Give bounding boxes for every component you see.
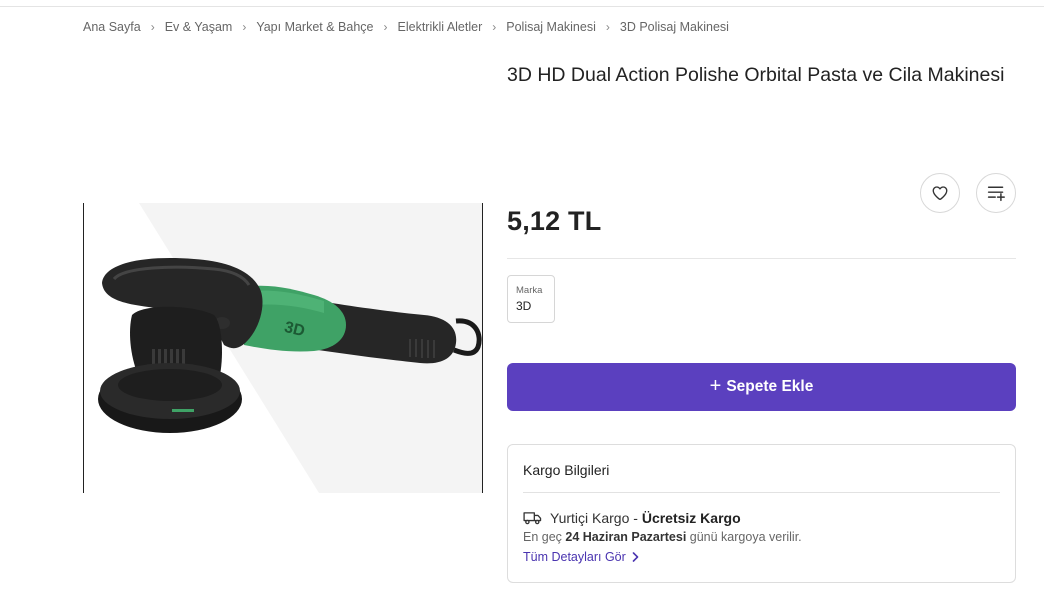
favorite-button[interactable] [920, 173, 960, 213]
cargo-date: En geç 24 Haziran Pazartesi günü kargoya… [523, 530, 802, 544]
breadcrumb-item-home[interactable]: Ana Sayfa [83, 20, 141, 34]
cargo-date-value: 24 Haziran Pazartesi [565, 530, 687, 544]
add-to-list-button[interactable] [976, 173, 1016, 213]
chevron-right-icon: › [492, 20, 497, 34]
cargo-type-value: Ücretsiz Kargo [641, 510, 741, 526]
cargo-type: Yurtiçi Kargo - Ücretsiz Kargo [523, 510, 741, 526]
product-title: 3D HD Dual Action Polishe Orbital Pasta … [507, 64, 1005, 86]
cargo-info-card: Kargo Bilgileri Yurtiçi Kargo - Ücretsiz… [507, 444, 1016, 583]
breadcrumb-item-3d-polisher[interactable]: 3D Polisaj Makinesi [620, 20, 729, 34]
divider [507, 258, 1016, 259]
brand-attribute[interactable]: Marka 3D [507, 275, 555, 323]
product-price: 5,12 TL [507, 206, 602, 236]
polisher-machine-image: 3D [98, 203, 482, 493]
chevron-right-icon: › [605, 20, 610, 34]
chevron-right-icon: › [150, 20, 155, 34]
product-image[interactable]: 3D [83, 203, 483, 493]
cargo-date-prefix: En geç [523, 530, 566, 544]
breadcrumb-item-diy-garden[interactable]: Yapı Market & Bahçe [256, 20, 373, 34]
playlist-add-icon [987, 186, 1005, 202]
breadcrumb: Ana Sayfa › Ev & Yaşam › Yapı Market & B… [83, 20, 729, 34]
divider [523, 492, 1000, 493]
brand-value: 3D [516, 299, 532, 313]
breadcrumb-item-home-living[interactable]: Ev & Yaşam [165, 20, 233, 34]
cargo-details-label: Tüm Detayları Gör [523, 550, 626, 564]
chevron-right-icon: › [383, 20, 388, 34]
breadcrumb-item-power-tools[interactable]: Elektrikli Aletler [398, 20, 483, 34]
cargo-details-link[interactable]: Tüm Detayları Gör [523, 550, 639, 564]
heart-icon [932, 186, 948, 201]
cargo-date-suffix: günü kargoya verilir. [686, 530, 802, 544]
breadcrumb-item-polisher[interactable]: Polisaj Makinesi [506, 20, 596, 34]
header-divider [0, 6, 1044, 7]
chevron-right-icon: › [242, 20, 247, 34]
chevron-right-icon [632, 552, 639, 562]
plus-icon: + [709, 375, 722, 397]
cargo-type-label: Yurtiçi Kargo [550, 510, 630, 526]
brand-label: Marka [516, 285, 543, 296]
truck-icon [523, 511, 542, 525]
cargo-type-separator: - [629, 510, 642, 526]
add-to-cart-button[interactable]: + Sepete Ekle [507, 363, 1016, 411]
add-to-cart-label: Sepete Ekle [726, 378, 814, 395]
cargo-title: Kargo Bilgileri [523, 462, 610, 478]
